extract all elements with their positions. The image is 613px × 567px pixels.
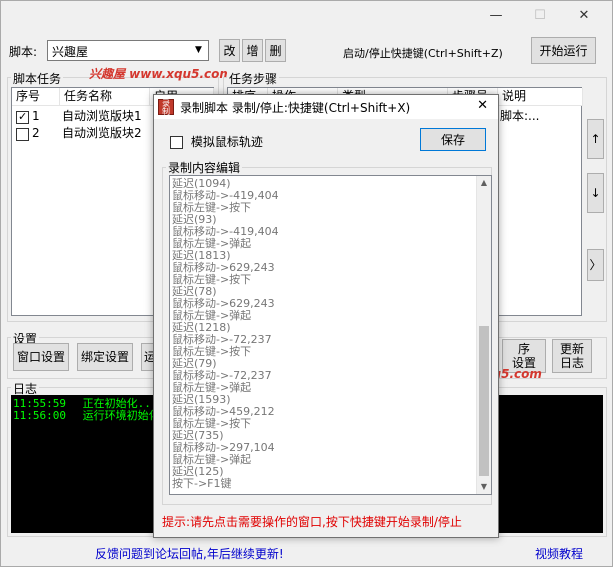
minimize-button[interactable]: — [474, 5, 518, 27]
task-group-label: 脚本任务 [11, 70, 64, 87]
close-icon[interactable]: ✕ [477, 98, 488, 113]
feedback-link[interactable]: 反馈问题到论坛回帖,年后继续更新! [95, 545, 284, 562]
log-text: 运行环境初始化 [82, 409, 160, 422]
task-header-name[interactable]: 任务名称 [60, 88, 150, 106]
script-label: 脚本: [9, 45, 38, 59]
task-index: 1 [32, 109, 40, 123]
scroll-down-icon[interactable]: ▼ [477, 480, 491, 494]
task-index: 2 [32, 126, 40, 140]
maximize-button[interactable]: ☐ [518, 5, 562, 27]
main-window: — ☐ ✕ 脚本: 兴趣屋 ▼ 改 增 删 启动/停止快捷键(Ctrl+Shif… [0, 0, 613, 567]
step-header-note[interactable]: 说明 [498, 88, 583, 106]
editor-group-label: 录制内容编辑 [166, 159, 243, 176]
script-select-value: 兴趣屋 [52, 45, 89, 59]
record-content-editor[interactable]: 延迟(1094) 鼠标移动->-419,404 鼠标左键->按下 延迟(93) … [169, 175, 492, 495]
step-group-label: 任务步骤 [227, 70, 280, 87]
update-log-button[interactable]: 更新 日志 [552, 339, 592, 373]
script-select[interactable]: 兴趣屋 ▼ [47, 40, 209, 61]
edit-script-button[interactable]: 改 [219, 39, 240, 62]
task-name: 自动浏览版块1 [62, 109, 142, 123]
scroll-up-icon[interactable]: ▲ [477, 176, 491, 190]
simulate-mouse-option[interactable]: 模拟鼠标轨迹 [170, 133, 263, 150]
step-note: 脚本:... [500, 109, 540, 123]
window-caption-buttons: — ☐ ✕ [474, 5, 606, 27]
editor-scrollbar[interactable]: ▲ ▼ [476, 176, 491, 494]
record-dialog-title: 录制脚本 录制/停止:快捷键(Ctrl+Shift+X) [180, 101, 411, 115]
move-down-button[interactable]: ↓ [587, 173, 604, 213]
record-content-text[interactable]: 延迟(1094) 鼠标移动->-419,404 鼠标左键->按下 延迟(93) … [172, 178, 279, 490]
add-script-button[interactable]: 增 [242, 39, 263, 62]
start-run-button[interactable]: 开始运行 [531, 37, 596, 64]
save-button[interactable]: 保存 [420, 128, 486, 151]
update-log-line2: 日志 [559, 356, 584, 370]
record-dialog-titlebar[interactable]: 录制 录制脚本 录制/停止:快捷键(Ctrl+Shift+X) ✕ [154, 95, 498, 119]
record-hint: 提示:请先点击需要操作的窗口,按下快捷键开始录制/停止 [162, 515, 462, 529]
log-time: 11:56:00 [13, 409, 66, 422]
window-settings-button[interactable]: 窗口设置 [13, 343, 69, 371]
update-log-line1: 更新 [559, 342, 584, 356]
simulate-mouse-checkbox[interactable] [170, 136, 183, 149]
close-button[interactable]: ✕ [562, 5, 606, 27]
delete-script-button[interactable]: 删 [265, 39, 286, 62]
task-name: 自动浏览版块2 [62, 126, 142, 140]
start-hotkey-text: 启动/停止快捷键(Ctrl+Shift+Z) [343, 47, 503, 60]
expand-button[interactable]: 〉 [587, 249, 604, 281]
record-app-icon: 录制 [158, 99, 174, 116]
simulate-mouse-label: 模拟鼠标轨迹 [190, 135, 263, 149]
watermark-top: 兴趣屋 www.xqu5.com [89, 67, 232, 81]
video-tutorial-link[interactable]: 视频教程 [535, 545, 583, 562]
log-line: 11:56:00 运行环境初始化 [13, 407, 160, 423]
task-checkbox[interactable] [16, 109, 29, 125]
chevron-down-icon[interactable]: ▼ [190, 42, 207, 59]
bind-settings-button[interactable]: 绑定设置 [77, 343, 133, 371]
move-up-button[interactable]: ↑ [587, 119, 604, 159]
order-settings-line1: 序 [517, 342, 530, 356]
task-header-index[interactable]: 序号 [12, 88, 60, 106]
task-checkbox[interactable] [16, 128, 29, 141]
scroll-thumb[interactable] [479, 326, 489, 476]
record-dialog: 录制 录制脚本 录制/停止:快捷键(Ctrl+Shift+X) ✕ 模拟鼠标轨迹… [153, 94, 499, 538]
